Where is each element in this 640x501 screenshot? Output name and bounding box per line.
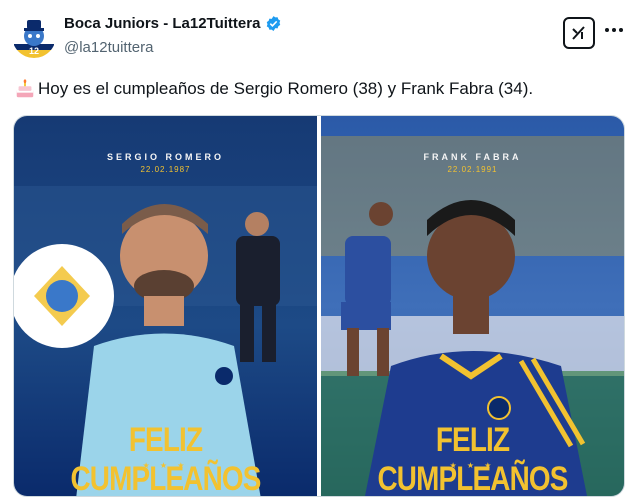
- fabra-stars: ★ ★ ★: [449, 461, 496, 470]
- fabra-name: FRANK FABRA: [423, 152, 522, 162]
- tweet-body: Hoy es el cumpleaños de Sergio Romero (3…: [38, 79, 534, 98]
- romero-stars: ★ ★ ★: [142, 461, 189, 470]
- verified-badge-icon: [267, 16, 281, 31]
- author-avatar[interactable]: 12: [12, 14, 56, 58]
- fabra-greeting: FELIZ CUMPLEAÑOS: [377, 421, 568, 496]
- more-dot: [619, 28, 623, 32]
- more-dot: [612, 28, 616, 32]
- romero-name: SERGIO ROMERO: [106, 152, 224, 162]
- romero-greeting: FELIZ CUMPLEAÑOS: [70, 421, 261, 496]
- tweet-header: 12 Boca Juniors - La12Tuittera @la12tuit…: [0, 0, 640, 70]
- tweet-text: Hoy es el cumpleaños de Sergio Romero (3…: [14, 78, 533, 100]
- author-name-row: Boca Juniors - La12Tuittera: [64, 15, 282, 32]
- author-display-name[interactable]: Boca Juniors - La12Tuittera: [64, 15, 260, 32]
- grok-icon: [572, 26, 585, 40]
- birthday-cake-icon: [16, 79, 34, 98]
- author-handle[interactable]: @la12tuittera: [64, 39, 153, 56]
- boca-mascot-avatar-icon: 12: [14, 20, 54, 58]
- birthday-card-romero[interactable]: SERGIO ROMERO 22.02.1987 FELIZ CUMPLEAÑO…: [14, 116, 317, 496]
- grok-button[interactable]: [563, 17, 595, 49]
- more-options-button[interactable]: [602, 20, 626, 40]
- birthday-card-fabra[interactable]: FRANK FABRA 22.02.1991 FELIZ CUMPLEAÑOS …: [321, 116, 624, 496]
- svg-text:12: 12: [29, 46, 39, 56]
- romero-date: 22.02.1987: [140, 165, 191, 174]
- more-dot: [605, 28, 609, 32]
- fabra-date: 22.02.1991: [447, 165, 498, 174]
- tweet-media[interactable]: SERGIO ROMERO 22.02.1987 FELIZ CUMPLEAÑO…: [13, 115, 625, 497]
